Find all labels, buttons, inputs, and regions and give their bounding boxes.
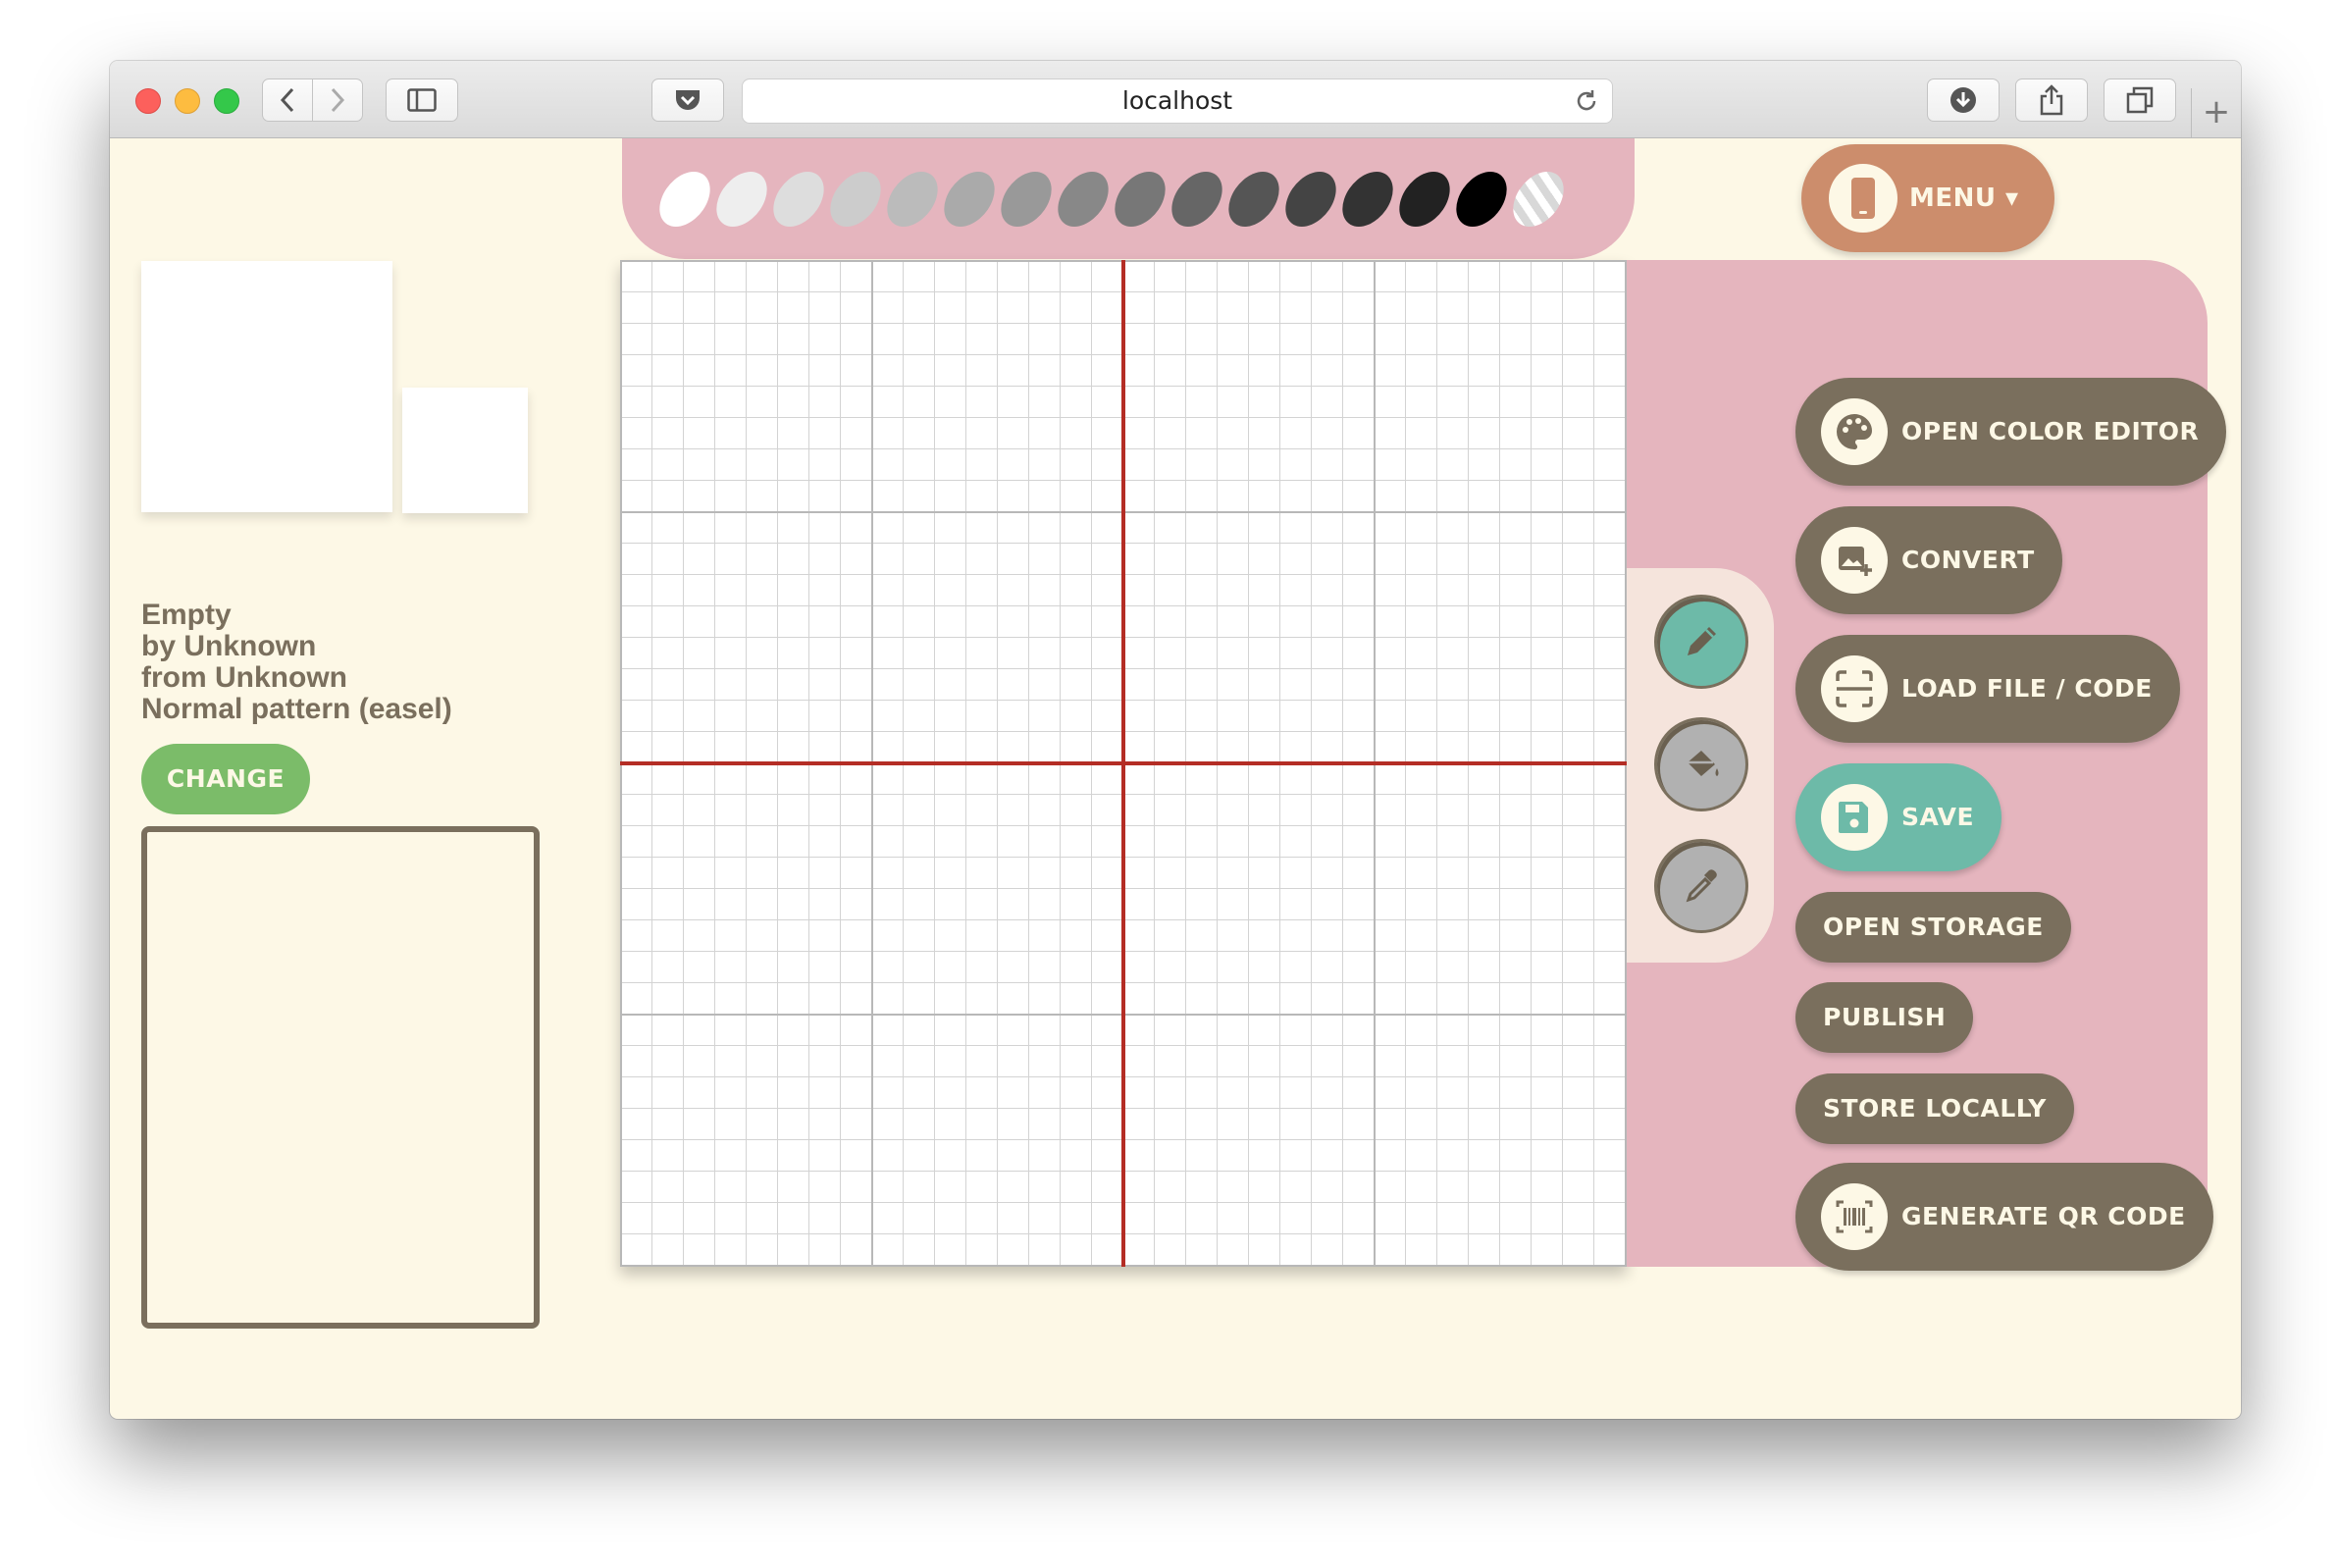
change-button[interactable]: CHANGE xyxy=(141,744,310,814)
address-bar[interactable]: localhost xyxy=(742,78,1613,124)
generate-qr-code-label: GENERATE QR CODE xyxy=(1901,1202,2186,1230)
image-add-icon xyxy=(1839,547,1872,576)
tabs-icon xyxy=(2126,86,2154,114)
sidebar-icon xyxy=(407,88,437,112)
pencil-icon xyxy=(1688,627,1716,655)
menu-label: MENU ▾ xyxy=(1909,183,2019,213)
palette-swatch[interactable] xyxy=(822,172,889,227)
share-icon xyxy=(2040,84,2063,116)
back-button[interactable] xyxy=(262,78,313,122)
store-locally-button[interactable]: STORE LOCALLY xyxy=(1795,1073,2074,1144)
convert-label: CONVERT xyxy=(1901,546,2035,574)
load-file-code-button[interactable]: LOAD FILE / CODE xyxy=(1795,635,2180,743)
paint-bucket-icon xyxy=(1688,751,1719,776)
color-picker-tool-button[interactable] xyxy=(1654,839,1748,933)
scan-icon-circle xyxy=(1821,655,1888,722)
palette-swatch[interactable] xyxy=(1221,172,1287,227)
new-tab-button[interactable]: + xyxy=(2191,88,2241,137)
palette-swatch[interactable] xyxy=(936,172,1003,227)
palette-swatch[interactable] xyxy=(1164,172,1230,227)
url-text: localhost xyxy=(1121,86,1233,115)
palette-swatch[interactable] xyxy=(993,172,1060,227)
fill-tool-button[interactable] xyxy=(1654,717,1748,811)
eyedropper-icon xyxy=(1686,869,1717,903)
sidebar-toggle-button[interactable] xyxy=(386,78,458,122)
chevron-right-icon xyxy=(331,87,345,113)
open-color-editor-button[interactable]: OPEN COLOR EDITOR xyxy=(1795,378,2227,486)
palette-icon-circle xyxy=(1821,398,1888,465)
pixel-grid-canvas[interactable] xyxy=(620,260,1627,1267)
pencil-tool-button[interactable] xyxy=(1654,595,1748,689)
pattern-text-area[interactable] xyxy=(141,826,540,1329)
close-window-button[interactable] xyxy=(135,88,161,114)
palette-swatch[interactable] xyxy=(1334,172,1401,227)
grid-center-horizontal-line xyxy=(620,761,1627,765)
image-convert-icon-circle xyxy=(1821,527,1888,594)
open-storage-button[interactable]: OPEN STORAGE xyxy=(1795,892,2071,963)
publish-button[interactable]: PUBLISH xyxy=(1795,982,1974,1053)
palette-swatch[interactable] xyxy=(651,172,718,227)
phone-icon-circle xyxy=(1829,164,1897,233)
palette-swatch[interactable] xyxy=(1391,172,1458,227)
phone-icon xyxy=(1851,178,1875,219)
menu-button[interactable]: MENU ▾ xyxy=(1801,144,2054,252)
palette-swatch[interactable] xyxy=(708,172,775,227)
share-button[interactable] xyxy=(2015,78,2088,122)
palette-swatch[interactable] xyxy=(765,172,832,227)
downloads-button[interactable] xyxy=(1927,78,2000,122)
chevron-left-icon xyxy=(280,87,294,113)
pattern-type: Normal pattern (easel) xyxy=(141,693,452,725)
scan-icon xyxy=(1836,670,1873,707)
pattern-name: Empty xyxy=(141,599,232,631)
palette-swatch[interactable] xyxy=(1050,172,1117,227)
convert-button[interactable]: CONVERT xyxy=(1795,506,2062,614)
palette-swatch[interactable] xyxy=(1277,172,1344,227)
pattern-town: from Unknown xyxy=(141,661,347,694)
minimize-window-button[interactable] xyxy=(175,88,200,114)
generate-qr-code-button[interactable]: GENERATE QR CODE xyxy=(1795,1163,2213,1271)
zoom-window-button[interactable] xyxy=(214,88,239,114)
pattern-preview-small xyxy=(402,388,528,513)
palette-swatch[interactable] xyxy=(1448,172,1515,227)
palette-swatch[interactable] xyxy=(879,172,946,227)
pocket-button[interactable] xyxy=(651,78,724,122)
page-content: MENU ▾ Empty by Unknown from Unknown Nor… xyxy=(110,138,2241,1419)
tabs-overview-button[interactable] xyxy=(2104,78,2176,122)
forward-button[interactable] xyxy=(312,78,363,122)
reload-icon[interactable] xyxy=(1573,87,1600,115)
palette-swatch[interactable] xyxy=(1107,172,1173,227)
browser-toolbar: localhost + xyxy=(110,61,2241,138)
barcode-icon-circle xyxy=(1821,1183,1888,1250)
browser-window: localhost + MENU ▾ Empty by Unknown from… xyxy=(110,61,2241,1419)
floppy-icon-circle xyxy=(1821,784,1888,851)
barcode-icon xyxy=(1836,1200,1873,1233)
pattern-author: by Unknown xyxy=(141,630,317,662)
color-palette xyxy=(622,138,1635,259)
save-label: SAVE xyxy=(1901,803,1975,831)
floppy-disk-icon xyxy=(1839,802,1868,833)
pattern-preview-large xyxy=(141,261,392,512)
pocket-icon xyxy=(676,90,700,110)
open-color-editor-label: OPEN COLOR EDITOR xyxy=(1901,417,2200,445)
save-button[interactable]: SAVE xyxy=(1795,763,2002,871)
palette-icon xyxy=(1837,414,1872,449)
load-file-code-label: LOAD FILE / CODE xyxy=(1901,674,2153,703)
transparent-swatch[interactable] xyxy=(1505,172,1572,227)
download-icon xyxy=(1950,87,1976,113)
